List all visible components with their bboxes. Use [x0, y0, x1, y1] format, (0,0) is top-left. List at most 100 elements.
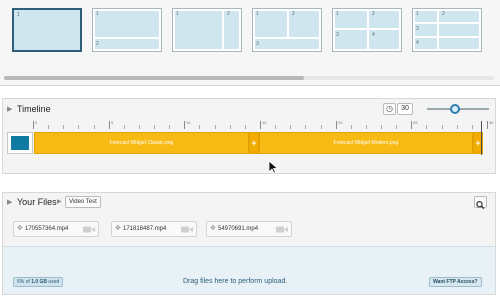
usage-amount: 1.0 GB	[31, 279, 48, 285]
track-color-swatch	[11, 136, 29, 150]
timeline-header: ▶ Timeline ◷ 30	[3, 99, 495, 119]
track-handle[interactable]	[7, 132, 33, 154]
layout-option-two-rows[interactable]: 1 2	[92, 8, 162, 52]
clock-button[interactable]: ◷	[383, 103, 396, 115]
ruler-tick	[154, 125, 155, 129]
layout-option-single[interactable]: 1	[12, 8, 82, 52]
ruler-tick	[290, 125, 291, 129]
breadcrumb-separator-icon: ▶	[57, 199, 62, 205]
camera-icon	[181, 226, 193, 233]
clip-label: Forecast Widget Modern.png	[333, 140, 399, 146]
clip-label: Forecast Widget Classic.png	[109, 140, 174, 146]
mouse-cursor-icon	[269, 161, 278, 174]
layout-scrollbar-thumb[interactable]	[4, 76, 304, 80]
ruler-tick	[139, 125, 140, 129]
timeline-clip[interactable]: Forecast Widget Classic.png	[34, 132, 249, 154]
file-item[interactable]: ✥ 170557364.mp4	[13, 221, 99, 237]
ruler-tick	[215, 125, 216, 129]
layout-cell-number: 1	[336, 11, 339, 17]
ruler-tick	[396, 125, 397, 129]
clip-resize-handle[interactable]: +	[249, 132, 259, 154]
file-name: 170557364.mp4	[25, 226, 69, 232]
clock-icon: ◷	[386, 104, 393, 113]
ruler-tick-label: 0	[35, 120, 38, 125]
grip-icon[interactable]: ✥	[17, 222, 23, 236]
ruler-tick	[351, 125, 352, 129]
timeline-ruler[interactable]: 0 5 10 15 20 25 30	[33, 120, 493, 131]
ruler-tick	[94, 125, 95, 129]
file-name: 54970691.mp4	[218, 226, 259, 232]
file-name: 171818487.mp4	[123, 226, 167, 232]
ruler-tick	[124, 125, 125, 129]
ruler-tick	[230, 125, 231, 129]
layout-cell-number: 3	[256, 41, 259, 47]
layout-cell-number: 2	[442, 11, 445, 17]
ruler-tick	[366, 125, 367, 129]
file-item[interactable]: ✥ 171818487.mp4	[111, 221, 197, 237]
layout-option-two-columns[interactable]: 1 2	[172, 8, 242, 52]
ruler-tick	[199, 125, 200, 129]
upload-hint: Drag files here to perform upload.	[183, 278, 288, 285]
layout-option-four-grid[interactable]: 1 2 3 4	[332, 8, 402, 52]
ruler-tick	[48, 125, 49, 129]
ruler-tick-label: 30	[489, 120, 494, 125]
layout-cell-number: 3	[336, 32, 339, 38]
ruler-tick	[321, 125, 322, 129]
layout-cell-number: 1	[17, 12, 20, 18]
ruler-tick	[487, 121, 488, 129]
ruler-tick	[260, 121, 261, 129]
zoom-slider-knob[interactable]	[449, 104, 460, 114]
ruler-tick	[184, 121, 185, 129]
storage-usage-badge: 6% of 1.0 GB used	[13, 277, 64, 287]
upload-dropzone[interactable]: 6% of 1.0 GB used Drag files here to per…	[3, 246, 495, 294]
ruler-tick	[411, 121, 412, 129]
usage-prefix: 6% of	[17, 279, 30, 285]
grip-icon[interactable]: ✥	[115, 222, 121, 236]
layout-cell-number: 2	[372, 11, 375, 17]
ruler-tick-label: 25	[413, 120, 418, 125]
ruler-tick	[275, 125, 276, 129]
ruler-tick	[109, 121, 110, 129]
duration-input[interactable]: 30	[397, 103, 413, 115]
chevron-right-icon[interactable]: ▶	[7, 105, 12, 113]
layout-option-three-cells[interactable]: 1 2 3	[252, 8, 322, 52]
file-item[interactable]: ✥ 54970691.mp4	[206, 221, 292, 237]
ruler-tick	[33, 121, 34, 129]
chevron-right-icon[interactable]: ▶	[7, 198, 12, 206]
layout-cell-number: 4	[416, 40, 419, 46]
camera-icon	[83, 226, 95, 233]
ruler-tick-label: 15	[262, 120, 267, 125]
search-button[interactable]	[474, 196, 487, 210]
timeline-playhead[interactable]	[481, 121, 482, 155]
layout-picker: 1 1 2 1 2 1 2 3 1 2 3 4 1 2 3 4	[0, 0, 500, 86]
ruler-tick	[457, 125, 458, 129]
layout-cell-number: 1	[176, 11, 179, 17]
ruler-tick	[63, 125, 64, 129]
ruler-tick	[472, 125, 473, 129]
ruler-tick	[426, 125, 427, 129]
files-panel: ▶ Your Files ▶ Video Test ✥ 170557364.mp…	[2, 192, 496, 295]
ruler-tick	[245, 125, 246, 129]
ruler-tick	[442, 125, 443, 129]
timeline-clip[interactable]: Forecast Widget Modern.png	[259, 132, 473, 154]
ruler-tick	[381, 125, 382, 129]
layout-option-four-rows[interactable]: 1 2 3 4	[412, 8, 482, 52]
ruler-tick	[78, 125, 79, 129]
layout-cell-number: 1	[416, 11, 419, 17]
timeline-title: Timeline	[17, 104, 51, 114]
timeline-panel: ▶ Timeline ◷ 30 0 5 10 15 20 25 30 Forecast Wi…	[2, 98, 496, 174]
breadcrumb-folder-button[interactable]: Video Test	[65, 196, 101, 208]
ruler-tick-label: 5	[111, 120, 114, 125]
camera-icon	[276, 226, 288, 233]
layout-cell-number: 2	[292, 11, 295, 17]
ftp-access-button[interactable]: Want FTP Access?	[429, 277, 482, 287]
search-icon	[476, 200, 485, 210]
layout-cell-number: 4	[372, 32, 375, 38]
layout-cell-number: 1	[96, 11, 99, 17]
layout-cell-number: 1	[256, 11, 259, 17]
ruler-tick-label: 20	[338, 120, 343, 125]
usage-suffix: used	[48, 279, 60, 285]
ruler-tick-label: 10	[186, 120, 191, 125]
ruler-tick	[169, 125, 170, 129]
grip-icon[interactable]: ✥	[210, 222, 216, 236]
